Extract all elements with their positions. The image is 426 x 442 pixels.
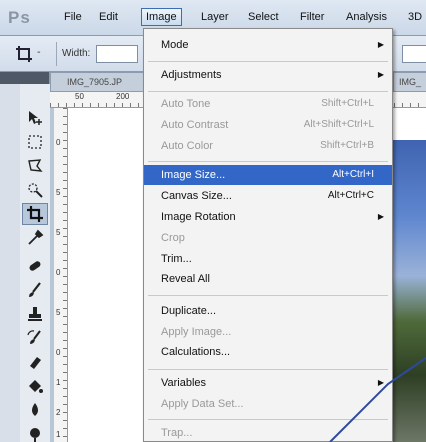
ruler-label: 5 — [56, 308, 61, 317]
ruler-label: 200 — [116, 92, 130, 101]
menu-item-shortcut: Shift+Ctrl+B — [320, 140, 374, 151]
document-tab-2[interactable]: IMG_ — [393, 72, 426, 92]
menu-item-image-size[interactable]: Image Size... Alt+Ctrl+I — [144, 165, 392, 185]
menu-item-image-rotation[interactable]: Image Rotation ▶ — [144, 207, 392, 227]
menu-filter[interactable]: Filter — [300, 11, 324, 23]
menu-item-canvas-size[interactable]: Canvas Size... Alt+Ctrl+C — [144, 186, 392, 206]
menu-item-shortcut: Alt+Ctrl+C — [327, 190, 374, 201]
crop-tool-preset-icon[interactable] — [14, 44, 34, 64]
menu-item-label: Image Size... — [161, 169, 226, 181]
menu-select[interactable]: Select — [248, 11, 279, 23]
menu-separator — [148, 369, 388, 370]
photo-preview — [392, 140, 426, 442]
menu-item-label: Apply Data Set... — [161, 398, 244, 410]
submenu-arrow-icon: ▶ — [377, 212, 384, 221]
menu-item-duplicate[interactable]: Duplicate... — [144, 301, 392, 321]
ruler-label: 1 — [56, 378, 61, 387]
menu-item-variables[interactable]: Variables ▶ — [144, 373, 392, 393]
ruler-label: 0 — [56, 268, 61, 277]
menu-item-label: Reveal All — [161, 273, 210, 285]
preset-dropdown-arrow[interactable]: - — [37, 47, 41, 58]
menu-item-shortcut: Alt+Shift+Ctrl+L — [303, 119, 374, 130]
menu-separator — [148, 61, 388, 62]
menu-item-label: Image Rotation — [161, 211, 236, 223]
history-brush-tool-icon[interactable] — [22, 327, 48, 349]
paint-bucket-tool-icon[interactable] — [22, 375, 48, 397]
menu-separator — [148, 91, 388, 92]
menu-item-auto-contrast[interactable]: Auto Contrast Alt+Shift+Ctrl+L — [144, 115, 392, 135]
menu-item-label: Canvas Size... — [161, 190, 232, 202]
options-divider — [56, 42, 57, 66]
submenu-arrow-icon: ▶ — [377, 378, 384, 387]
dodge-tool-icon[interactable] — [22, 423, 48, 442]
menu-item-calculations[interactable]: Calculations... — [144, 342, 392, 362]
width-label: Width: — [62, 48, 91, 59]
quick-selection-tool-icon[interactable] — [22, 179, 48, 201]
menu-item-crop[interactable]: Crop — [144, 228, 392, 248]
menu-analysis[interactable]: Analysis — [346, 11, 387, 23]
resolution-input[interactable] — [402, 45, 426, 63]
menu-layer[interactable]: Layer — [201, 11, 229, 23]
ruler-label: 2 — [56, 408, 61, 417]
menu-item-label: Calculations... — [161, 346, 231, 358]
menu-item-label: Auto Contrast — [161, 119, 229, 131]
crop-tool-icon[interactable] — [22, 203, 48, 225]
submenu-arrow-icon: ▶ — [377, 70, 384, 79]
photoshop-logo: Ps — [8, 8, 31, 27]
lasso-tool-icon[interactable] — [22, 155, 48, 177]
menu-item-apply-image[interactable]: Apply Image... — [144, 322, 392, 342]
move-tool-icon[interactable] — [22, 107, 48, 129]
menu-item-label: Apply Image... — [161, 326, 232, 338]
menu-item-auto-color[interactable]: Auto Color Shift+Ctrl+B — [144, 136, 392, 156]
image-menu-dropdown: Mode ▶ Adjustments ▶ Auto Tone Shift+Ctr… — [143, 28, 393, 442]
ruler-label: 0 — [56, 138, 61, 147]
menu-item-label: Trap... — [161, 427, 193, 439]
ruler-label: 5 — [56, 228, 61, 237]
eraser-tool-icon[interactable] — [22, 351, 48, 373]
menu-edit[interactable]: Edit — [99, 11, 118, 23]
ruler-label: 50 — [75, 92, 84, 101]
menu-item-reveal-all[interactable]: Reveal All — [144, 269, 392, 289]
ruler-label: 0 — [56, 348, 61, 357]
tools-panel-header[interactable] — [0, 72, 49, 84]
menu-item-label: Variables — [161, 377, 207, 389]
menu-item-mode[interactable]: Mode ▶ — [144, 35, 392, 55]
menu-item-shortcut: Alt+Ctrl+I — [332, 169, 374, 180]
ruler-label: 1 — [56, 430, 61, 439]
menu-separator — [148, 419, 388, 420]
menu-item-trap[interactable]: Trap... — [144, 423, 392, 442]
blur-tool-icon[interactable] — [22, 399, 48, 421]
menu-item-auto-tone[interactable]: Auto Tone Shift+Ctrl+L — [144, 94, 392, 114]
eyedropper-tool-icon[interactable] — [22, 227, 48, 249]
menu-item-label: Crop — [161, 232, 185, 244]
brush-tool-icon[interactable] — [22, 279, 48, 301]
menu-item-label: Mode — [161, 39, 189, 51]
menu-item-label: Trim... — [161, 253, 192, 265]
ruler-label: 5 — [56, 188, 61, 197]
menu-3d[interactable]: 3D — [408, 11, 422, 23]
menu-item-label: Duplicate... — [161, 305, 217, 317]
menu-item-trim[interactable]: Trim... — [144, 249, 392, 269]
menu-item-shortcut: Shift+Ctrl+L — [321, 98, 374, 109]
spot-healing-tool-icon[interactable] — [22, 255, 48, 277]
menu-item-label: Auto Color — [161, 140, 213, 152]
menu-image[interactable]: Image — [141, 8, 182, 26]
marquee-tool-icon[interactable] — [22, 131, 48, 153]
menu-item-label: Adjustments — [161, 69, 222, 81]
vertical-ruler: 0 5 5 0 5 0 1 2 1 — [54, 108, 68, 442]
width-input[interactable] — [96, 45, 138, 63]
menu-separator — [148, 161, 388, 162]
menu-item-apply-data-set[interactable]: Apply Data Set... — [144, 394, 392, 414]
menu-file[interactable]: File — [64, 11, 82, 23]
menu-item-adjustments[interactable]: Adjustments ▶ — [144, 65, 392, 85]
submenu-arrow-icon: ▶ — [377, 40, 384, 49]
menu-item-label: Auto Tone — [161, 98, 211, 110]
menu-separator — [148, 295, 388, 296]
clone-stamp-tool-icon[interactable] — [22, 303, 48, 325]
